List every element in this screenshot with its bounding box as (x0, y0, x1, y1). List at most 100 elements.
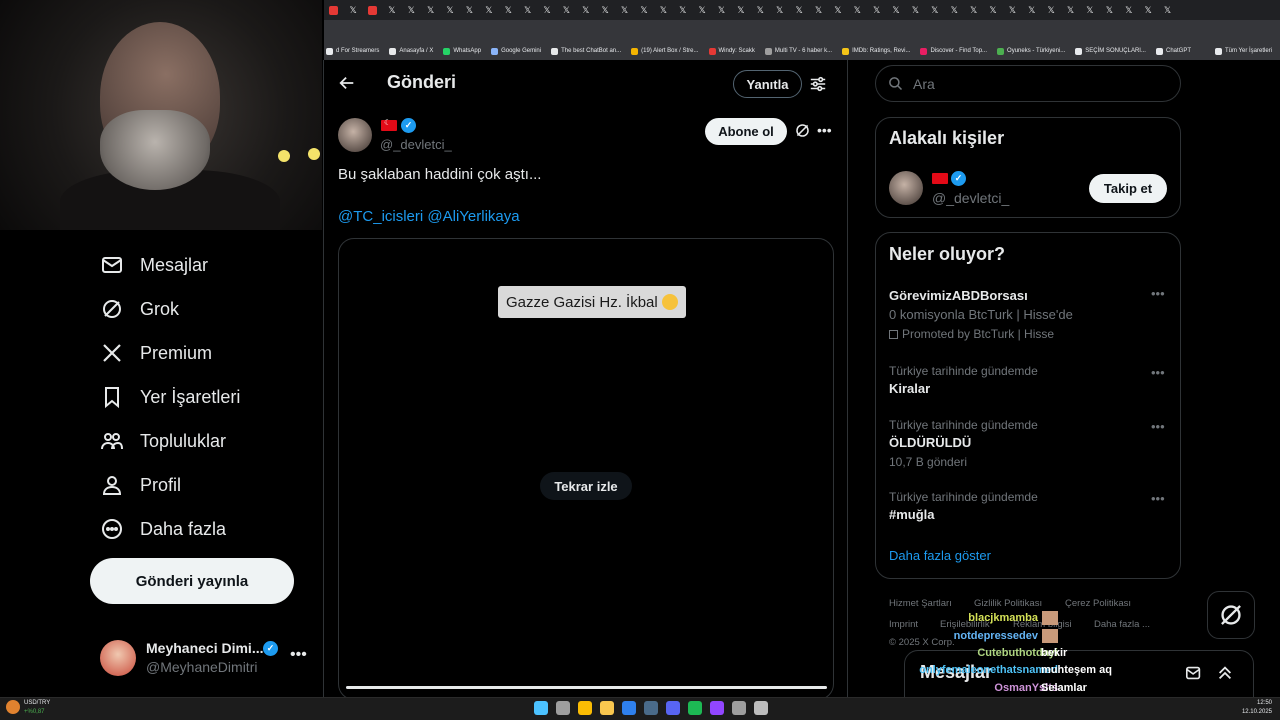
photos-icon[interactable] (622, 701, 636, 715)
expand-up-icon[interactable] (1216, 664, 1234, 682)
bookmark-item[interactable]: SEÇİM SONUÇLARI... (1075, 47, 1146, 55)
related-handle[interactable]: @_devletci_ (932, 190, 1009, 206)
trend-name[interactable]: ÖLDÜRÜLDÜ (889, 435, 971, 450)
account-switcher[interactable]: Meyhaneci Dimi... ✓ @MeyhaneDimitri ••• (100, 638, 310, 678)
nav-more[interactable]: Daha fazla (100, 517, 226, 541)
trend-name[interactable]: Kiralar (889, 381, 930, 396)
x-tab[interactable]: 𝕏 (731, 0, 750, 20)
bookmark-item[interactable]: Anasayfa / X (389, 47, 433, 55)
related-avatar[interactable] (889, 171, 923, 205)
x-tab[interactable]: 𝕏 (1022, 0, 1041, 20)
post-button[interactable]: Gönderi yayınla (90, 558, 294, 604)
x-tab[interactable]: 𝕏 (460, 0, 479, 20)
bookmark-item[interactable]: Windy: Scakk (708, 47, 755, 55)
x-tab[interactable]: 𝕏 (828, 0, 847, 20)
x-tab[interactable]: 𝕏 (886, 0, 905, 20)
nav-premium[interactable]: Premium (100, 341, 212, 365)
x-tab[interactable]: 𝕏 (1003, 0, 1022, 20)
post-more-icon[interactable]: ••• (817, 122, 832, 138)
x-tab[interactable]: 𝕏 (595, 0, 614, 20)
x-tab[interactable]: 𝕏 (1061, 0, 1080, 20)
search-icon[interactable] (556, 701, 570, 715)
nav-messages[interactable]: Mesajlar (100, 253, 208, 277)
x-tab[interactable]: 𝕏 (576, 0, 595, 20)
x-tab[interactable]: 𝕏 (537, 0, 556, 20)
video-progress-bar[interactable] (346, 686, 827, 689)
footer-link[interactable]: Imprint (889, 619, 918, 630)
x-tab[interactable]: 𝕏 (479, 0, 498, 20)
browser-tab[interactable] (324, 0, 343, 20)
x-tab[interactable]: 𝕏 (440, 0, 459, 20)
x-tab[interactable]: 𝕏 (1119, 0, 1138, 20)
x-tab[interactable]: 𝕏 (382, 0, 401, 20)
account-more-icon[interactable]: ••• (290, 646, 307, 664)
trend-name[interactable]: #muğla (889, 507, 935, 522)
discord-icon[interactable] (666, 701, 680, 715)
post-mentions[interactable]: @TC_icisleri @AliYerlikaya (338, 208, 520, 225)
x-tab[interactable]: 𝕏 (1138, 0, 1157, 20)
x-tab[interactable]: 𝕏 (983, 0, 1002, 20)
footer-link[interactable]: Hizmet Şartları (889, 598, 952, 609)
x-tab[interactable]: 𝕏 (518, 0, 537, 20)
x-tab[interactable]: 𝕏 (421, 0, 440, 20)
x-tab[interactable]: 𝕏 (964, 0, 983, 20)
x-tab[interactable]: 𝕏 (343, 0, 362, 20)
x-tab[interactable]: 𝕏 (692, 0, 711, 20)
x-tab[interactable]: 𝕏 (1041, 0, 1060, 20)
footer-link[interactable]: Daha fazla ... (1094, 619, 1150, 630)
footer-link[interactable]: Gizlilik Politikası (974, 598, 1042, 609)
x-tab[interactable]: 𝕏 (654, 0, 673, 20)
steam-icon[interactable] (644, 701, 658, 715)
x-tab[interactable]: 𝕏 (770, 0, 789, 20)
nav-profile[interactable]: Profil (100, 473, 181, 497)
sliders-icon[interactable] (809, 75, 827, 93)
reply-button[interactable]: Yanıtla (733, 70, 802, 98)
trend-more-icon[interactable]: ••• (1151, 365, 1165, 380)
nav-bookmarks[interactable]: Yer İşaretleri (100, 385, 240, 409)
x-tab[interactable]: 𝕏 (789, 0, 808, 20)
footer-link[interactable]: Çerez Politikası (1065, 598, 1131, 609)
bookmark-item[interactable]: ChatGPT (1155, 47, 1191, 55)
bookmark-item[interactable]: The best ChatBot an... (551, 47, 621, 55)
subscribe-button[interactable]: Abone ol (705, 118, 787, 145)
search-input[interactable]: Ara (875, 65, 1181, 102)
new-message-icon[interactable] (1185, 664, 1203, 682)
post-author-avatar[interactable] (338, 118, 372, 152)
trend-more-icon[interactable]: ••• (1151, 419, 1165, 434)
promoted-trend-name[interactable]: GörevimizABDBorsası (889, 288, 1028, 303)
obs-icon[interactable] (732, 701, 746, 715)
x-tab[interactable]: 𝕏 (402, 0, 421, 20)
bookmark-item[interactable]: Oyuneks - Türkiyeni... (997, 47, 1065, 55)
bookmark-item[interactable]: IMDb: Ratings, Revi... (842, 47, 910, 55)
nav-communities[interactable]: Topluluklar (100, 429, 226, 453)
x-tab[interactable]: 𝕏 (673, 0, 692, 20)
address-bar[interactable] (324, 20, 1280, 42)
bookmark-item[interactable]: WhatsApp (443, 47, 481, 55)
x-tab[interactable]: 𝕏 (1100, 0, 1119, 20)
x-tab[interactable]: 𝕏 (1080, 0, 1099, 20)
bookmark-item[interactable]: (19) Alert Box / Stre... (631, 47, 699, 55)
bookmark-item[interactable]: Tüm Yer İşaretleri (1215, 47, 1272, 55)
bookmark-item[interactable]: Multi TV - 6 haber k... (764, 47, 832, 55)
nav-grok[interactable]: Grok (100, 297, 179, 321)
replay-button[interactable]: Tekrar izle (540, 472, 632, 500)
x-tab[interactable]: 𝕏 (848, 0, 867, 20)
show-more-link[interactable]: Daha fazla göster (889, 548, 991, 563)
spotify-icon[interactable] (688, 701, 702, 715)
x-tab[interactable]: 𝕏 (945, 0, 964, 20)
x-tab[interactable]: 𝕏 (1158, 0, 1177, 20)
grok-floating-button[interactable] (1207, 591, 1255, 639)
trend-more-icon[interactable]: ••• (1151, 286, 1165, 301)
chrome-icon[interactable] (578, 701, 592, 715)
x-tab[interactable]: 𝕏 (499, 0, 518, 20)
twitch-icon[interactable] (710, 701, 724, 715)
start-icon[interactable] (534, 701, 548, 715)
x-tab[interactable]: 𝕏 (712, 0, 731, 20)
file-explorer-icon[interactable] (600, 701, 614, 715)
x-tab[interactable]: 𝕏 (634, 0, 653, 20)
back-arrow-icon[interactable] (338, 74, 356, 92)
x-tab[interactable]: 𝕏 (557, 0, 576, 20)
x-tab[interactable]: 𝕏 (809, 0, 828, 20)
follow-button[interactable]: Takip et (1089, 174, 1167, 203)
browser-tab[interactable] (363, 0, 382, 20)
